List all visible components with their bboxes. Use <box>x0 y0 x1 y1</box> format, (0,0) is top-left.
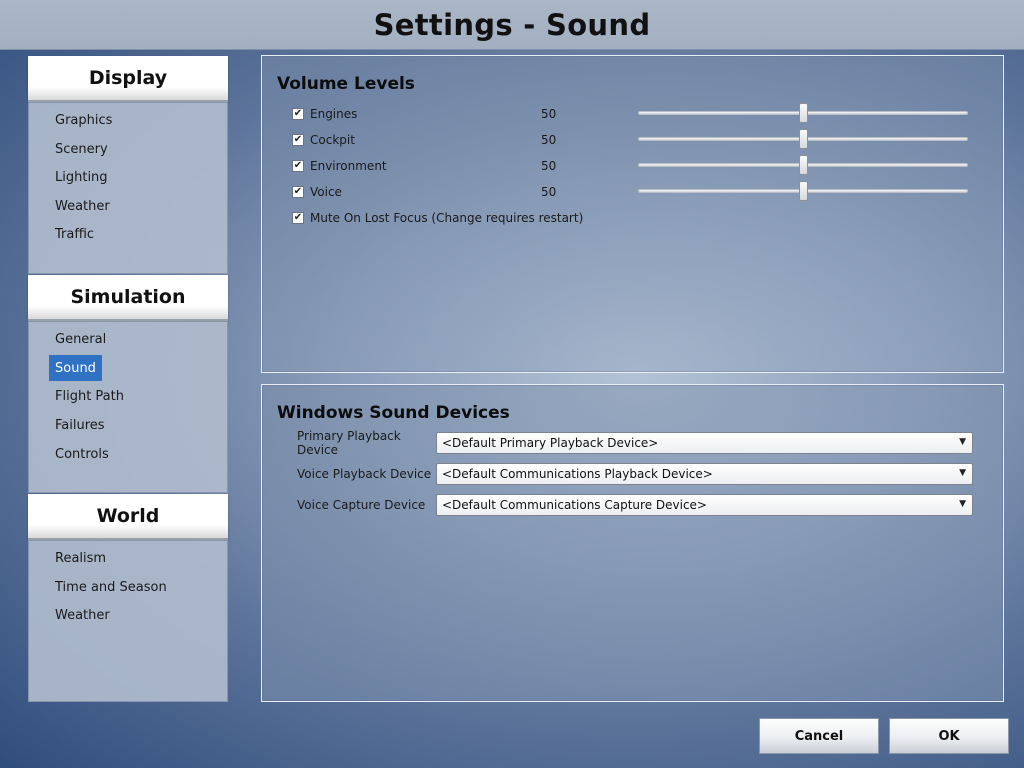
environment-slider[interactable] <box>638 155 968 175</box>
category-header-simulation: Simulation <box>28 275 228 321</box>
voice-capture-label: Voice Capture Device <box>297 498 426 512</box>
volume-levels-panel: Volume Levels ✔ Engines 50 ✔ Cockpit 50 … <box>261 55 1004 373</box>
sound-devices-title: Windows Sound Devices <box>277 403 510 423</box>
voice-capture-value: <Default Communications Capture Device> <box>442 498 707 512</box>
check-icon: ✔ <box>293 108 303 119</box>
voice-label: Voice <box>310 185 342 199</box>
volume-row-cockpit: ✔ Cockpit <box>292 130 355 150</box>
environment-value: 50 <box>541 159 557 173</box>
check-icon: ✔ <box>293 212 303 223</box>
category-list-world: Realism Time and Season Weather <box>28 540 228 702</box>
sidebar-item-flight-path[interactable]: Flight Path <box>49 383 130 409</box>
sidebar-item-traffic[interactable]: Traffic <box>49 221 100 247</box>
engines-checkbox[interactable]: ✔ <box>292 108 304 120</box>
ok-button[interactable]: OK <box>889 718 1009 754</box>
cancel-button[interactable]: Cancel <box>759 718 879 754</box>
sidebar: Display Graphics Scenery Lighting Weathe… <box>28 56 228 702</box>
engines-value: 50 <box>541 107 557 121</box>
primary-playback-select[interactable]: <Default Primary Playback Device> ▼ <box>436 432 973 454</box>
engines-slider[interactable] <box>638 103 968 123</box>
volume-levels-title: Volume Levels <box>277 74 415 94</box>
mute-on-lost-focus-label: Mute On Lost Focus (Change requires rest… <box>310 211 584 225</box>
category-list-display: Graphics Scenery Lighting Weather Traffi… <box>28 102 228 274</box>
sidebar-item-weather-world[interactable]: Weather <box>49 602 116 628</box>
check-icon: ✔ <box>293 160 303 171</box>
slider-thumb[interactable] <box>799 103 808 123</box>
check-icon: ✔ <box>293 134 303 145</box>
slider-thumb[interactable] <box>799 181 808 201</box>
cockpit-value: 50 <box>541 133 557 147</box>
voice-playback-label: Voice Playback Device <box>297 467 432 481</box>
environment-checkbox[interactable]: ✔ <box>292 160 304 172</box>
page-title: Settings - Sound <box>373 7 651 42</box>
environment-label: Environment <box>310 159 387 173</box>
cockpit-checkbox[interactable]: ✔ <box>292 134 304 146</box>
device-row-voice-capture: Voice Capture Device <Default Communicat… <box>297 493 977 517</box>
sidebar-item-failures[interactable]: Failures <box>49 412 111 438</box>
sidebar-item-scenery[interactable]: Scenery <box>49 136 114 162</box>
slider-thumb[interactable] <box>799 155 808 175</box>
voice-playback-value: <Default Communications Playback Device> <box>442 467 713 481</box>
chevron-down-icon: ▼ <box>959 437 966 447</box>
voice-value: 50 <box>541 185 557 199</box>
device-row-voice-playback: Voice Playback Device <Default Communica… <box>297 462 977 486</box>
mute-on-lost-focus-checkbox[interactable]: ✔ <box>292 212 304 224</box>
category-header-world: World <box>28 494 228 540</box>
voice-playback-select[interactable]: <Default Communications Playback Device>… <box>436 463 973 485</box>
cockpit-slider[interactable] <box>638 129 968 149</box>
voice-slider[interactable] <box>638 181 968 201</box>
sidebar-item-lighting[interactable]: Lighting <box>49 164 114 190</box>
category-list-simulation: General Sound Flight Path Failures Contr… <box>28 321 228 493</box>
voice-checkbox[interactable]: ✔ <box>292 186 304 198</box>
device-row-primary-playback: Primary Playback Device <Default Primary… <box>297 429 977 457</box>
primary-playback-value: <Default Primary Playback Device> <box>442 436 659 450</box>
sidebar-item-graphics[interactable]: Graphics <box>49 107 118 133</box>
mute-on-lost-focus-row: ✔ Mute On Lost Focus (Change requires re… <box>292 208 583 228</box>
voice-capture-select[interactable]: <Default Communications Capture Device> … <box>436 494 973 516</box>
engines-label: Engines <box>310 107 358 121</box>
category-header-display: Display <box>28 56 228 102</box>
sidebar-item-time-and-season[interactable]: Time and Season <box>49 574 173 600</box>
volume-row-engines: ✔ Engines <box>292 104 357 124</box>
sidebar-item-weather-display[interactable]: Weather <box>49 193 116 219</box>
sidebar-item-controls[interactable]: Controls <box>49 441 115 467</box>
sidebar-item-realism[interactable]: Realism <box>49 545 112 571</box>
sidebar-item-sound[interactable]: Sound <box>49 355 102 381</box>
chevron-down-icon: ▼ <box>959 499 966 509</box>
primary-playback-label: Primary Playback Device <box>297 429 401 457</box>
title-bar: Settings - Sound <box>0 0 1024 50</box>
volume-row-voice: ✔ Voice <box>292 182 342 202</box>
sound-devices-panel: Windows Sound Devices Primary Playback D… <box>261 384 1004 702</box>
check-icon: ✔ <box>293 186 303 197</box>
volume-row-environment: ✔ Environment <box>292 156 387 176</box>
chevron-down-icon: ▼ <box>959 468 966 478</box>
slider-thumb[interactable] <box>799 129 808 149</box>
cockpit-label: Cockpit <box>310 133 355 147</box>
sidebar-item-general[interactable]: General <box>49 326 112 352</box>
